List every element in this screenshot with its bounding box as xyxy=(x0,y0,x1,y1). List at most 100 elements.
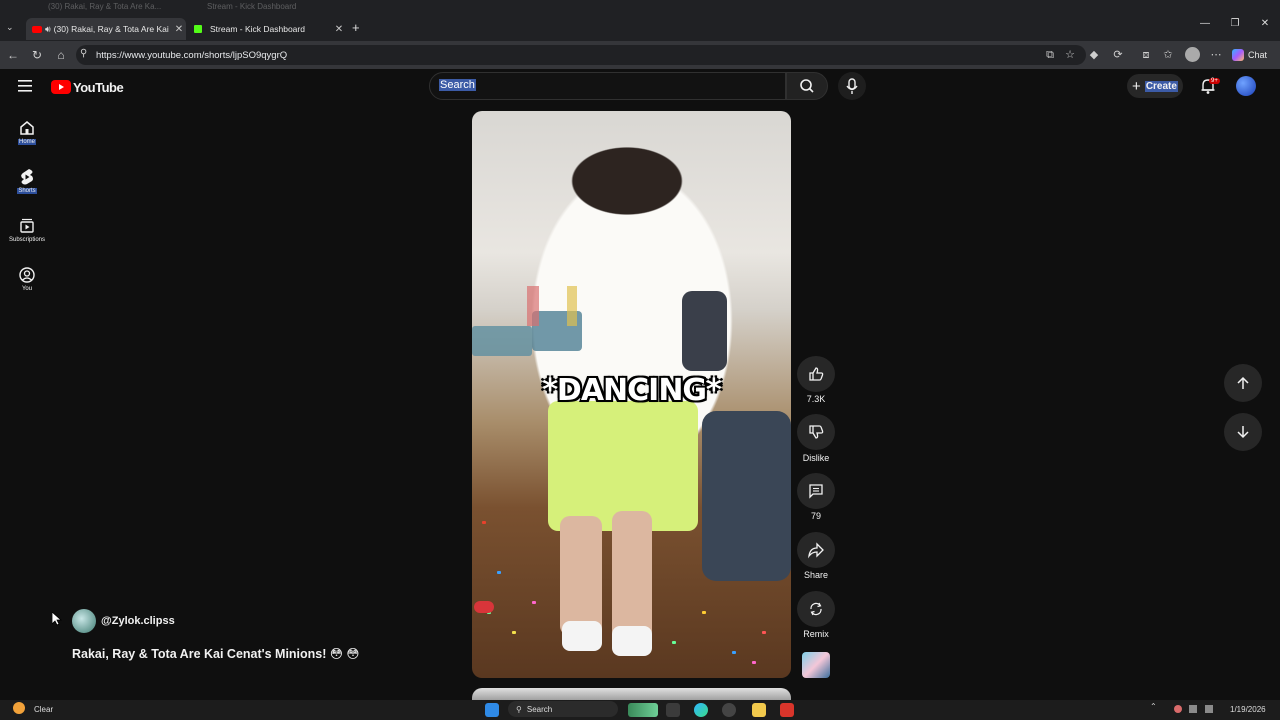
tray-app-icon xyxy=(1174,705,1182,713)
address-bar[interactable]: ⚲ https://www.youtube.com/shorts/ljpSO9q… xyxy=(76,45,1086,65)
share-button[interactable] xyxy=(797,532,835,568)
next-short-button[interactable] xyxy=(1224,413,1262,451)
thumbs-down-icon xyxy=(809,425,824,439)
previous-short-button[interactable] xyxy=(1224,364,1262,402)
sidebar-item-label: Home xyxy=(17,139,36,145)
ghost-tab-2: Stream - Kick Dashboard xyxy=(207,2,297,11)
file-explorer-icon[interactable] xyxy=(752,703,766,717)
more-menu-icon[interactable]: ⋯ xyxy=(1208,47,1224,63)
youtube-logo-text: YouTube xyxy=(73,79,124,95)
like-count: 7.3K xyxy=(806,394,826,404)
windows-start-icon[interactable] xyxy=(485,703,499,717)
url-text[interactable]: https://www.youtube.com/shorts/ljpSO9qyg… xyxy=(96,50,287,61)
sidebar-item-home[interactable]: Home xyxy=(0,118,54,145)
sidebar-item-label: Shorts xyxy=(17,188,37,194)
minimize-icon[interactable]: — xyxy=(1192,18,1218,29)
tab-list-chevron-icon[interactable]: ⌄ xyxy=(6,22,18,34)
favorite-star-icon[interactable]: ☆ xyxy=(1062,47,1078,63)
favorites-icon[interactable]: ✩ xyxy=(1160,47,1176,63)
sidebar-item-shorts[interactable]: Shorts xyxy=(0,167,54,194)
channel-name[interactable]: @Zylok.clipss xyxy=(101,615,175,627)
subscriptions-icon xyxy=(17,216,37,236)
like-button[interactable] xyxy=(797,356,835,392)
search-icon xyxy=(800,79,814,93)
home-icon xyxy=(17,118,37,138)
menu-hamburger-icon[interactable] xyxy=(18,79,34,93)
home-browser-icon[interactable]: ⌂ xyxy=(53,47,69,63)
close-tab-icon[interactable]: ✕ xyxy=(332,24,346,35)
system-tray-icons[interactable] xyxy=(1172,703,1232,715)
arrow-down-icon xyxy=(1237,426,1249,439)
red-balloon xyxy=(474,601,494,613)
taskbar-shield-app-icon[interactable] xyxy=(780,703,794,717)
weather-moon-icon[interactable] xyxy=(13,702,25,714)
youtube-favicon-icon xyxy=(32,25,42,33)
background-shelf xyxy=(567,286,577,326)
taskbar-search[interactable]: ⚲ Search xyxy=(508,701,618,717)
short-title: Rakai, Ray & Tota Are Kai Cenat's Minion… xyxy=(72,647,360,661)
app-available-icon[interactable]: ⧉ xyxy=(1042,47,1058,63)
audio-playing-icon[interactable]: 🔊︎ xyxy=(45,24,51,35)
you-icon xyxy=(17,265,37,285)
dislike-button[interactable] xyxy=(797,414,835,450)
extension-diamond-icon[interactable]: ◆ xyxy=(1086,47,1102,63)
tab-title: Stream - Kick Dashboard xyxy=(210,24,305,34)
taskbar-search-label: Search xyxy=(526,704,553,714)
share-arrow-icon xyxy=(808,542,824,559)
arrow-up-icon xyxy=(1237,376,1249,389)
comments-button[interactable] xyxy=(797,473,835,509)
tray-chevron-icon[interactable]: ⌃ xyxy=(1150,702,1157,711)
confetti xyxy=(482,521,486,524)
extension-puzzle-icon[interactable]: ⧈ xyxy=(1138,47,1154,63)
task-view-icon[interactable] xyxy=(666,703,680,717)
notification-badge: 9+ xyxy=(1209,78,1220,84)
back-icon[interactable]: ← xyxy=(5,47,21,63)
mouse-cursor-icon xyxy=(51,611,63,629)
create-button[interactable]: + Create xyxy=(1127,74,1183,98)
share-label: Share xyxy=(803,570,829,580)
voice-search-button[interactable] xyxy=(838,72,866,100)
maximize-icon[interactable]: ❐ xyxy=(1222,18,1248,29)
background-chair xyxy=(682,291,727,371)
youtube-logo[interactable]: YouTube xyxy=(51,79,124,95)
short-video-player[interactable]: *DANCING* xyxy=(472,111,791,678)
confetti xyxy=(532,601,536,604)
sidebar-item-subscriptions[interactable]: Subscriptions xyxy=(0,216,54,243)
comment-count: 79 xyxy=(810,511,821,521)
taskbar-app-icon[interactable] xyxy=(722,703,736,717)
profile-avatar-icon[interactable] xyxy=(1185,47,1200,62)
tab-kick-dashboard[interactable]: Stream - Kick Dashboard ✕ xyxy=(190,18,346,40)
remix-label: Remix xyxy=(803,629,829,639)
search-text[interactable]: Search xyxy=(439,79,476,91)
channel-avatar[interactable] xyxy=(72,609,96,633)
create-label: Create xyxy=(1144,80,1178,92)
close-window-icon[interactable]: ✕ xyxy=(1252,18,1278,29)
close-tab-icon[interactable]: ✕ xyxy=(172,24,186,35)
site-info-icon[interactable]: ⚲ xyxy=(80,48,87,59)
taskbar-date[interactable]: 1/19/2026 xyxy=(1230,705,1266,714)
confetti xyxy=(512,631,516,634)
confetti-layer xyxy=(472,491,791,678)
widgets-icon[interactable] xyxy=(628,703,658,717)
chat-label: Chat xyxy=(1248,50,1268,60)
background-couch xyxy=(472,326,532,356)
plus-icon: + xyxy=(1132,77,1141,95)
video-caption: *DANCING* xyxy=(542,373,722,408)
account-avatar[interactable] xyxy=(1236,76,1256,96)
sound-thumbnail[interactable] xyxy=(802,652,830,678)
search-input[interactable] xyxy=(429,72,786,100)
extension-refresh-icon[interactable]: ⟳ xyxy=(1110,47,1126,63)
tray-volume-icon xyxy=(1204,705,1213,713)
copilot-chat-button[interactable]: Chat xyxy=(1232,47,1267,63)
search-button[interactable] xyxy=(786,72,828,100)
reload-icon[interactable]: ↻ xyxy=(29,47,45,63)
sidebar-item-you[interactable]: You xyxy=(0,265,54,292)
tab-youtube-short[interactable]: 🔊︎ (30) Rakai, Ray & Tota Are Kai ✕ xyxy=(26,18,186,40)
remix-button[interactable] xyxy=(797,591,835,627)
new-tab-button[interactable]: + xyxy=(352,20,366,35)
weather-label[interactable]: Clear xyxy=(34,705,53,714)
edge-browser-icon[interactable] xyxy=(694,703,708,717)
confetti xyxy=(762,631,766,634)
remix-icon xyxy=(810,602,822,616)
confetti xyxy=(732,651,736,654)
